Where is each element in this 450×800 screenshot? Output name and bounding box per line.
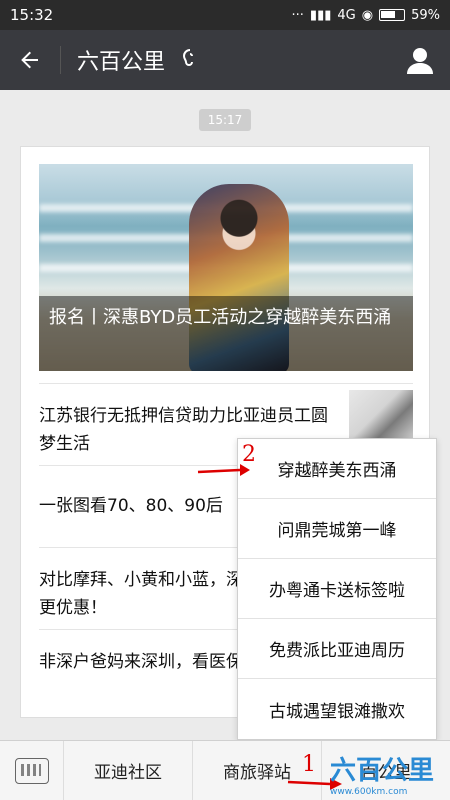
signal-icon: ▮▮▮ bbox=[309, 7, 332, 23]
profile-icon[interactable] bbox=[404, 44, 436, 76]
message-timestamp: 15:17 bbox=[199, 109, 251, 131]
status-right: ··· ▮▮▮ 4G ◉ 59% bbox=[292, 8, 440, 23]
wifi-icon: ◉ bbox=[361, 7, 374, 23]
menu-item[interactable]: 问鼎莞城第一峰 bbox=[238, 499, 436, 559]
title-bar: 六百公里 bbox=[0, 30, 450, 90]
submenu-popup: 穿越醉美东西涌 问鼎莞城第一峰 办粤通卡送标签啦 免费派比亚迪周历 古城遇望银滩… bbox=[237, 438, 437, 740]
keyboard-toggle[interactable] bbox=[0, 741, 64, 800]
page-title: 六百公里 bbox=[77, 50, 166, 75]
status-time: 15:32 bbox=[10, 6, 54, 24]
watermark-url: www.600km.com bbox=[330, 787, 408, 797]
tab-community[interactable]: 亚迪社区 bbox=[64, 741, 193, 800]
hero-article[interactable]: 报名丨深惠BYD员工活动之穿越醉美东西涌 bbox=[39, 164, 413, 371]
annotation-arrow-2 bbox=[197, 464, 250, 476]
menu-item[interactable]: 免费派比亚迪周历 bbox=[238, 619, 436, 679]
back-arrow-icon[interactable] bbox=[0, 30, 60, 90]
hero-caption: 报名丨深惠BYD员工活动之穿越醉美东西涌 bbox=[39, 296, 413, 371]
watermark-text: 六百公里 bbox=[330, 756, 435, 786]
watermark: 六百公里 www.600km.com bbox=[330, 750, 448, 798]
battery-icon bbox=[379, 9, 406, 21]
keyboard-icon bbox=[14, 758, 49, 784]
more-dots-icon: ··· bbox=[291, 7, 304, 23]
battery-percent: 59% bbox=[411, 7, 440, 23]
menu-item[interactable]: 办粤通卡送标签啦 bbox=[238, 559, 436, 619]
menu-item[interactable]: 古城遇望银滩撒欢 bbox=[238, 679, 436, 739]
menu-item[interactable]: 穿越醉美东西涌 bbox=[238, 439, 436, 499]
status-bar: 15:32 ··· ▮▮▮ 4G ◉ 59% bbox=[0, 0, 450, 30]
network-type: 4G bbox=[337, 7, 356, 23]
title-divider bbox=[60, 46, 61, 74]
ear-icon[interactable] bbox=[181, 48, 199, 73]
